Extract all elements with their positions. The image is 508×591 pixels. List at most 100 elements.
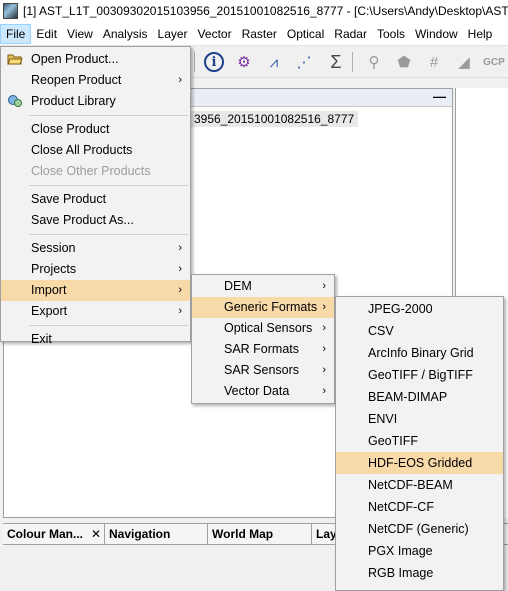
menu-item-label: SAR Sensors	[224, 363, 300, 377]
menu-separator	[29, 234, 188, 235]
chevron-right-icon: ›	[322, 301, 326, 313]
scatter-plot-icon[interactable]: ⋰	[292, 50, 316, 74]
menu-item-projects[interactable]: Projects ›	[1, 259, 190, 280]
menu-bar: File Edit View Analysis Layer Vector Ras…	[0, 22, 508, 46]
chevron-right-icon: ›	[322, 385, 326, 397]
pin-manager-icon[interactable]: ⬟	[392, 50, 416, 74]
chevron-right-icon: ›	[178, 305, 182, 317]
title-bar: [1] AST_L1T_00309302015103956_2015100108…	[0, 0, 508, 22]
menu-item-label: Product Library	[31, 94, 116, 108]
statistics-icon[interactable]: ⚙	[232, 50, 256, 74]
menu-item-label: Optical Sensors	[224, 321, 313, 335]
menu-item-envi[interactable]: ENVI	[336, 408, 503, 430]
product-library-icon	[7, 94, 23, 108]
menu-help[interactable]: Help	[463, 24, 498, 44]
menu-item-label: Export	[31, 304, 68, 318]
menu-item-label: Reopen Product	[31, 73, 122, 87]
menu-item-label: Close All Products	[31, 143, 133, 157]
menu-item-label: Save Product	[31, 192, 107, 206]
menu-item-save-product[interactable]: Save Product	[1, 189, 190, 210]
menu-item-label: Vector Data	[224, 384, 290, 398]
information-icon[interactable]: i	[204, 52, 224, 72]
menu-separator	[29, 115, 188, 116]
menu-item-save-product-as[interactable]: Save Product As...	[1, 210, 190, 231]
menu-radar[interactable]: Radar	[329, 24, 372, 44]
menu-item-netcdf-beam[interactable]: NetCDF-BEAM	[336, 474, 503, 496]
menu-file[interactable]: File	[0, 23, 32, 44]
toolbar-separator	[352, 52, 353, 72]
tab-colour-manipulation[interactable]: Colour Man... ✕	[3, 524, 105, 545]
chevron-right-icon: ›	[178, 263, 182, 275]
menu-item-label: Exit	[31, 332, 52, 346]
menu-item-close-product[interactable]: Close Product	[1, 119, 190, 140]
graticule-icon[interactable]: #	[422, 50, 446, 74]
menu-item-export[interactable]: Export ›	[1, 301, 190, 322]
menu-item-dem[interactable]: DEM ›	[192, 276, 334, 297]
menu-layer[interactable]: Layer	[153, 24, 193, 44]
menu-item-beam-dimap[interactable]: BEAM-DIMAP	[336, 386, 503, 408]
menu-item-netcdf-generic[interactable]: NetCDF (Generic)	[336, 518, 503, 540]
menu-item-product-library[interactable]: Product Library	[1, 91, 190, 112]
toolbar-separator	[194, 52, 195, 72]
gcp-tool-icon[interactable]: GCP	[482, 50, 506, 74]
menu-optical[interactable]: Optical	[282, 24, 329, 44]
tab-navigation[interactable]: Navigation	[105, 524, 208, 545]
menu-separator	[29, 185, 188, 186]
chevron-right-icon: ›	[322, 364, 326, 376]
tie-point-icon[interactable]: ◢	[452, 50, 476, 74]
menu-item-label: Save Product As...	[31, 213, 134, 227]
open-folder-icon	[7, 52, 23, 66]
menu-item-exit[interactable]: Exit	[1, 329, 190, 350]
chevron-right-icon: ›	[178, 242, 182, 254]
menu-item-geotiff[interactable]: GeoTIFF	[336, 430, 503, 452]
menu-item-reopen-product[interactable]: Reopen Product ›	[1, 70, 190, 91]
generic-formats-submenu: JPEG-2000 CSV ArcInfo Binary Grid GeoTIF…	[335, 296, 504, 591]
menu-view[interactable]: View	[62, 24, 98, 44]
menu-edit[interactable]: Edit	[31, 24, 62, 44]
menu-item-close-all-products[interactable]: Close All Products	[1, 140, 190, 161]
product-tree-node[interactable]: 3956_20151001082516_8777	[190, 111, 359, 127]
menu-item-session[interactable]: Session ›	[1, 238, 190, 259]
menu-item-label: Session	[31, 241, 76, 255]
chevron-right-icon: ›	[322, 343, 326, 355]
sum-icon[interactable]: Σ	[324, 50, 348, 74]
menu-vector[interactable]: Vector	[193, 24, 237, 44]
menu-item-csv[interactable]: CSV	[336, 320, 503, 342]
menu-item-label: Close Other Products	[31, 164, 151, 178]
menu-raster[interactable]: Raster	[237, 24, 282, 44]
menu-item-arcinfo-binary-grid[interactable]: ArcInfo Binary Grid	[336, 342, 503, 364]
menu-item-vector-data[interactable]: Vector Data ›	[192, 381, 334, 402]
minimize-icon[interactable]: —	[433, 89, 446, 104]
file-menu: Open Product... Reopen Product › Product…	[0, 46, 191, 346]
chevron-right-icon: ›	[178, 284, 182, 296]
pin-icon[interactable]: ⚲	[362, 50, 386, 74]
close-icon[interactable]: ✕	[91, 527, 101, 541]
menu-item-rgb-image[interactable]: RGB Image	[336, 562, 503, 584]
menu-item-import[interactable]: Import ›	[1, 280, 190, 301]
menu-item-geotiff-bigtiff[interactable]: GeoTIFF / BigTIFF	[336, 364, 503, 386]
histogram-icon[interactable]: ⩘	[262, 50, 286, 74]
menu-item-label: Generic Formats	[224, 300, 318, 314]
menu-item-pgx-image[interactable]: PGX Image	[336, 540, 503, 562]
menu-item-label: DEM	[224, 279, 252, 293]
tab-world-map[interactable]: World Map	[208, 524, 312, 545]
menu-item-label: SAR Formats	[224, 342, 300, 356]
menu-item-optical-sensors[interactable]: Optical Sensors ›	[192, 318, 334, 339]
menu-item-sar-formats[interactable]: SAR Formats ›	[192, 339, 334, 360]
menu-item-sar-sensors[interactable]: SAR Sensors ›	[192, 360, 334, 381]
menu-separator	[29, 325, 188, 326]
window-title: [1] AST_L1T_00309302015103956_2015100108…	[23, 4, 508, 18]
menu-tools[interactable]: Tools	[372, 24, 410, 44]
menu-item-generic-formats[interactable]: Generic Formats ›	[192, 297, 334, 318]
menu-item-jpeg-2000[interactable]: JPEG-2000	[336, 298, 503, 320]
menu-analysis[interactable]: Analysis	[98, 24, 153, 44]
chevron-right-icon: ›	[322, 322, 326, 334]
menu-window[interactable]: Window	[410, 24, 463, 44]
menu-item-label: Import	[31, 283, 67, 297]
menu-item-netcdf-cf[interactable]: NetCDF-CF	[336, 496, 503, 518]
app-icon	[3, 3, 19, 19]
menu-item-open-product[interactable]: Open Product...	[1, 49, 190, 70]
chevron-right-icon: ›	[322, 280, 326, 292]
menu-item-hdf-eos-gridded[interactable]: HDF-EOS Gridded	[336, 452, 503, 474]
menu-item-label: Open Product...	[31, 52, 119, 66]
